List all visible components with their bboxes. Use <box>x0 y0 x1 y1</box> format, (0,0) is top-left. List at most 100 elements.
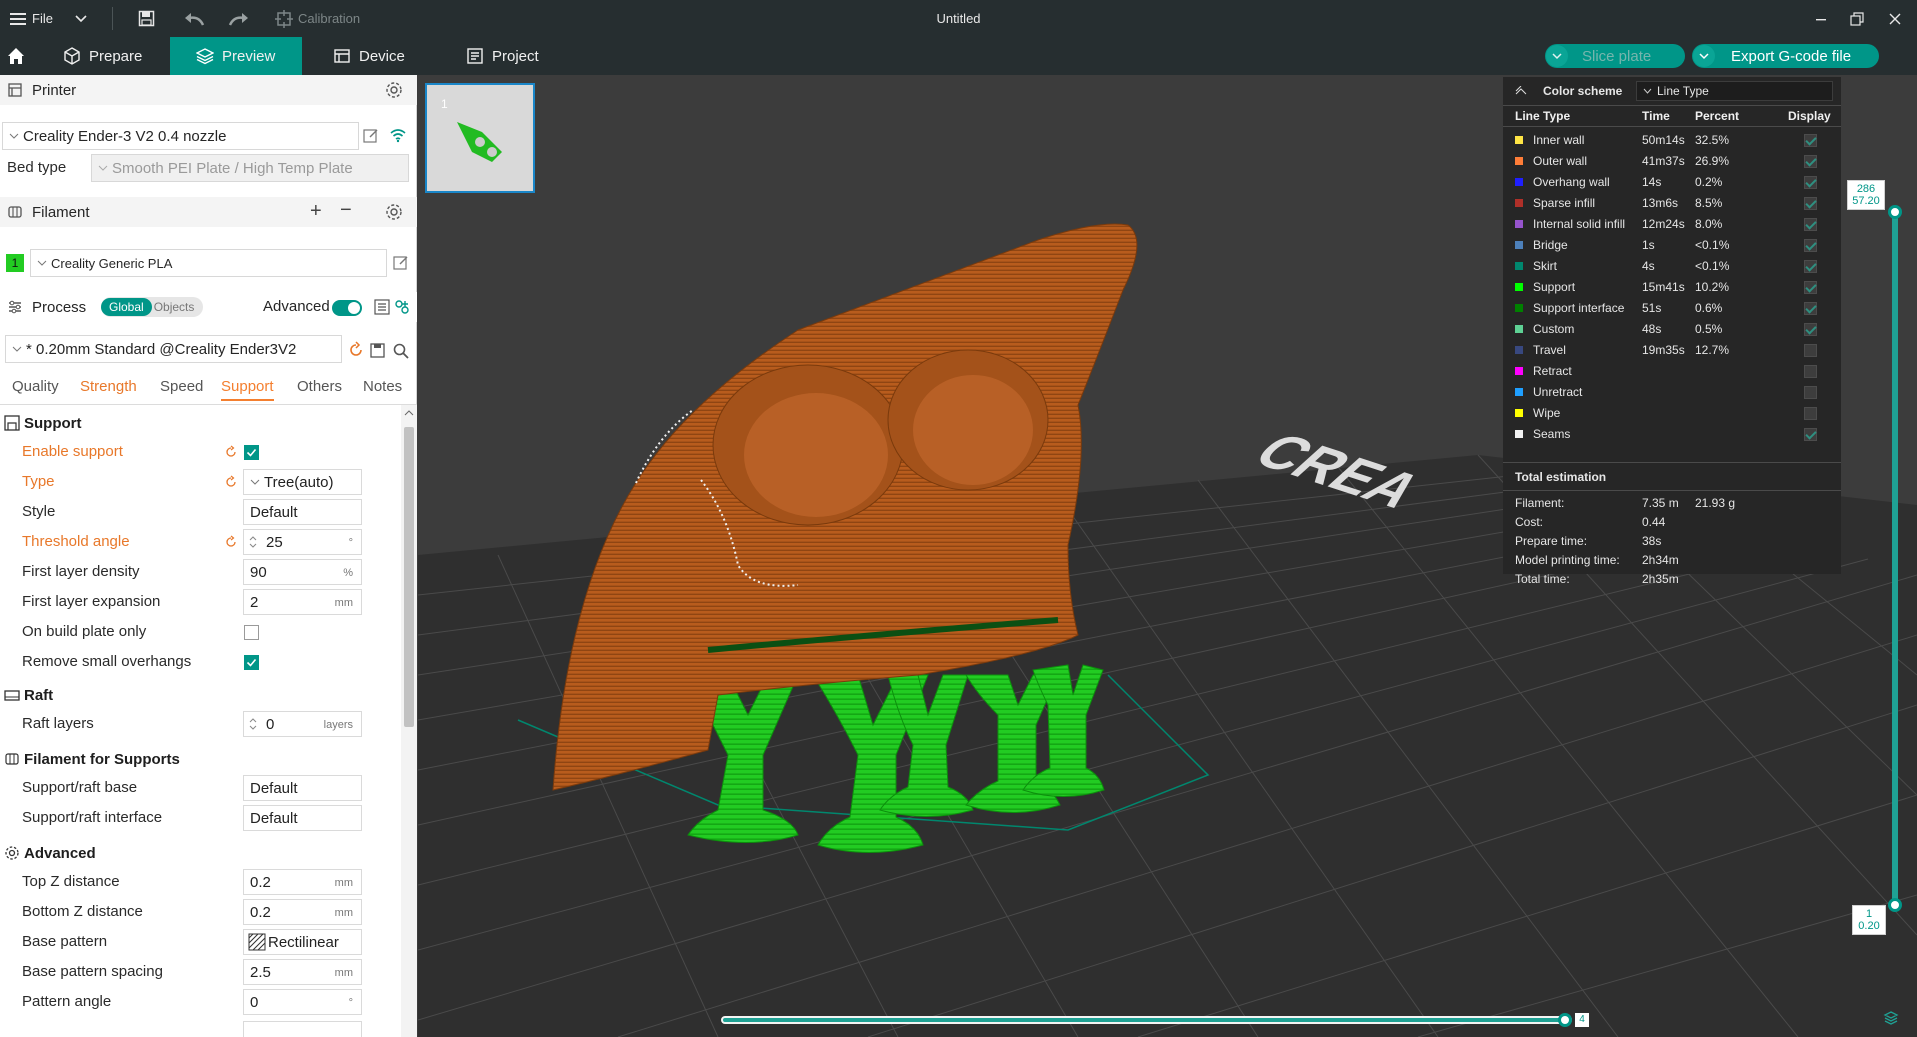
threshold-angle-input[interactable]: 25 ° <box>243 529 362 555</box>
tab-speed[interactable]: Speed <box>160 378 203 395</box>
legend-display-checkbox[interactable] <box>1804 218 1817 231</box>
remove-small-overhangs-checkbox[interactable] <box>244 655 259 670</box>
advanced-switch[interactable] <box>332 300 362 316</box>
scrollbar-thumb[interactable] <box>404 427 414 727</box>
layer-slider-track[interactable] <box>1892 210 1898 906</box>
tab-others[interactable]: Others <box>297 378 342 395</box>
support-interface-select[interactable]: Default <box>243 805 362 831</box>
legend-row[interactable]: Seams <box>1503 424 1841 445</box>
tab-device[interactable]: Device <box>333 37 405 75</box>
home-button[interactable] <box>7 37 29 75</box>
legend-display-checkbox[interactable] <box>1804 176 1817 189</box>
legend-display-checkbox[interactable] <box>1804 155 1817 168</box>
layer-slider-bottom-handle[interactable] <box>1888 898 1902 912</box>
legend-display-checkbox[interactable] <box>1804 386 1817 399</box>
slice-plate-button[interactable]: Slice plate <box>1545 44 1685 68</box>
search-icon[interactable] <box>392 342 410 360</box>
chevron-down-icon[interactable] <box>1546 45 1568 67</box>
tab-preview[interactable]: Preview <box>170 37 302 75</box>
legend-display-checkbox[interactable] <box>1804 365 1817 378</box>
list-icon[interactable] <box>373 298 391 316</box>
edit-icon[interactable] <box>362 127 380 145</box>
collapse-icon[interactable] <box>1515 86 1527 96</box>
legend-row[interactable]: Outer wall 41m37s 26.9% <box>1503 151 1841 172</box>
legend-row[interactable]: Inner wall 50m14s 32.5% <box>1503 130 1841 151</box>
legend-display-checkbox[interactable] <box>1804 260 1817 273</box>
move-slider-handle[interactable] <box>1558 1013 1572 1027</box>
file-menu[interactable]: File <box>10 0 53 37</box>
tab-quality[interactable]: Quality <box>12 378 59 395</box>
legend-display-checkbox[interactable] <box>1804 281 1817 294</box>
first-layer-density-input[interactable]: 90 % <box>243 559 362 585</box>
chevron-down-icon[interactable] <box>1693 45 1715 67</box>
tab-strength[interactable]: Strength <box>80 378 137 395</box>
spinner-icon[interactable] <box>248 715 258 733</box>
legend-row[interactable]: Support interface 51s 0.6% <box>1503 298 1841 319</box>
layers-toggle-icon[interactable] <box>1883 1010 1899 1026</box>
minimize-button[interactable] <box>1815 0 1827 37</box>
legend-row[interactable]: Bridge 1s <0.1% <box>1503 235 1841 256</box>
legend-row[interactable]: Custom 48s 0.5% <box>1503 319 1841 340</box>
legend-display-checkbox[interactable] <box>1804 134 1817 147</box>
legend-row[interactable]: Wipe <box>1503 403 1841 424</box>
raft-layers-input[interactable]: 0 layers <box>243 711 362 737</box>
settings-scrollbar[interactable] <box>401 405 417 1037</box>
tab-prepare[interactable]: Prepare <box>63 37 142 75</box>
bed-type-select[interactable]: Smooth PEI Plate / High Temp Plate <box>91 154 409 182</box>
tab-notes[interactable]: Notes <box>363 378 402 395</box>
save-icon[interactable] <box>369 342 387 360</box>
reset-icon[interactable] <box>347 341 365 359</box>
global-toggle[interactable]: Global <box>101 298 152 316</box>
base-pattern-select[interactable]: Rectilinear <box>243 929 362 955</box>
legend-row[interactable]: Travel 19m35s 12.7% <box>1503 340 1841 361</box>
color-scheme-select[interactable]: Line Type <box>1636 81 1833 101</box>
printer-select[interactable]: Creality Ender-3 V2 0.4 nozzle <box>2 122 359 150</box>
close-button[interactable] <box>1889 0 1901 37</box>
remove-filament-button[interactable]: − <box>340 199 352 222</box>
legend-row[interactable]: Overhang wall 14s 0.2% <box>1503 172 1841 193</box>
bottom-z-distance-input[interactable]: 0.2 mm <box>243 899 362 925</box>
legend-row[interactable]: Internal solid infill 12m24s 8.0% <box>1503 214 1841 235</box>
on-build-plate-checkbox[interactable] <box>244 625 259 640</box>
partial-input[interactable] <box>243 1021 362 1037</box>
edit-icon[interactable] <box>392 254 410 272</box>
reset-icon[interactable] <box>224 535 238 549</box>
filament-select[interactable]: Creality Generic PLA <box>30 249 387 277</box>
objects-settings-icon[interactable] <box>393 298 411 316</box>
filament-slot-badge[interactable]: 1 <box>6 254 24 272</box>
first-layer-expansion-input[interactable]: 2 mm <box>243 589 362 615</box>
reset-icon[interactable] <box>224 475 238 489</box>
tab-project[interactable]: Project <box>466 37 539 75</box>
style-select[interactable]: Default <box>243 499 362 525</box>
spinner-icon[interactable] <box>248 533 258 551</box>
type-select[interactable]: Tree(auto) <box>243 469 362 495</box>
scroll-up-icon[interactable] <box>404 409 414 417</box>
move-slider-track[interactable] <box>721 1016 1572 1024</box>
top-z-distance-input[interactable]: 0.2 mm <box>243 869 362 895</box>
gear-icon[interactable] <box>385 81 403 99</box>
layer-slider-top-handle[interactable] <box>1888 205 1902 219</box>
legend-display-checkbox[interactable] <box>1804 407 1817 420</box>
add-filament-button[interactable]: + <box>310 200 322 223</box>
support-base-select[interactable]: Default <box>243 775 362 801</box>
export-gcode-button[interactable]: Export G-code file <box>1692 44 1879 68</box>
save-button[interactable] <box>138 0 155 37</box>
global-objects-toggle[interactable]: Global Objects <box>101 297 203 317</box>
legend-row[interactable]: Skirt 4s <0.1% <box>1503 256 1841 277</box>
legend-display-checkbox[interactable] <box>1804 239 1817 252</box>
base-pattern-spacing-input[interactable]: 2.5 mm <box>243 959 362 985</box>
calibration-button[interactable]: Calibration <box>275 0 360 37</box>
legend-row[interactable]: Unretract <box>1503 382 1841 403</box>
process-profile-select[interactable]: * 0.20mm Standard @Creality Ender3V2 <box>5 335 342 363</box>
wifi-icon[interactable] <box>389 126 407 144</box>
legend-display-checkbox[interactable] <box>1804 302 1817 315</box>
objects-toggle[interactable]: Objects <box>152 300 195 314</box>
legend-display-checkbox[interactable] <box>1804 323 1817 336</box>
legend-row[interactable]: Sparse infill 13m6s 8.5% <box>1503 193 1841 214</box>
reset-icon[interactable] <box>224 445 238 459</box>
legend-display-checkbox[interactable] <box>1804 197 1817 210</box>
restore-button[interactable] <box>1850 0 1864 37</box>
legend-display-checkbox[interactable] <box>1804 428 1817 441</box>
legend-row[interactable]: Retract <box>1503 361 1841 382</box>
redo-button[interactable] <box>228 0 250 37</box>
